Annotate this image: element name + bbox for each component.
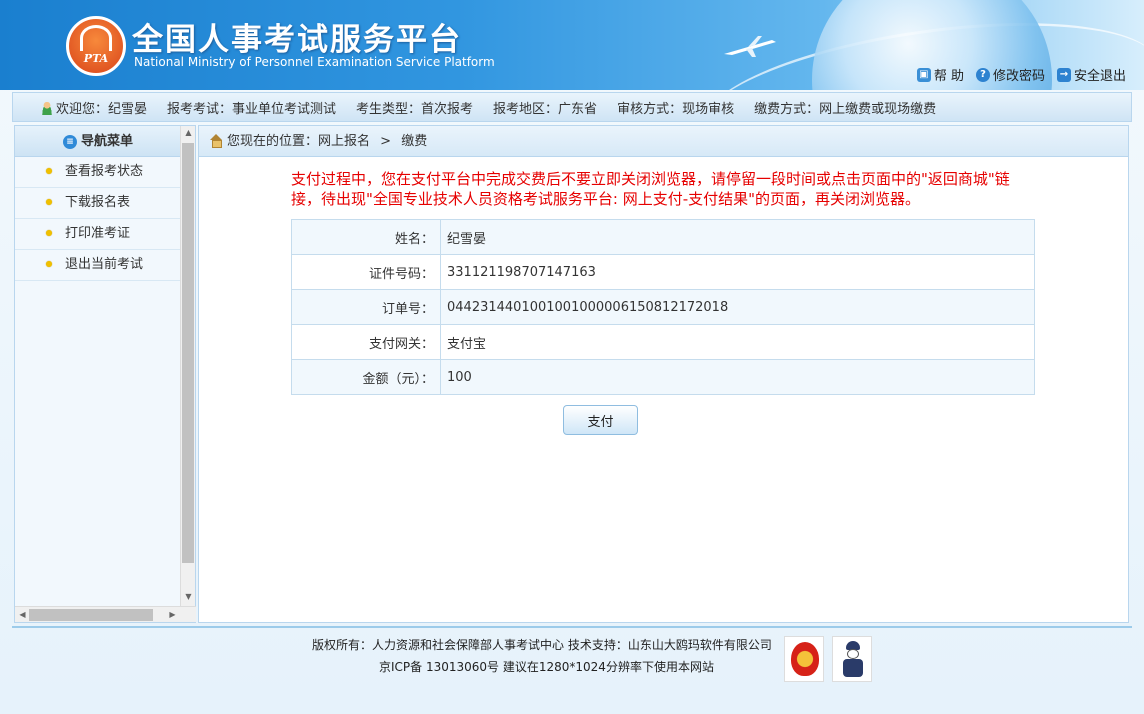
breadcrumb-prefix: 您现在的位置：网上报名 [227,134,371,149]
bullet-icon [46,261,52,267]
order-number-value: 0442314401001001000006150812172018 [440,289,1035,325]
top-links: ▣ 帮 助 ? 修改密码 → 安全退出 [916,65,1126,84]
id-number-label: 证件号码： [291,254,441,290]
footer-divider [12,626,1132,628]
logout-icon: → [1056,67,1071,82]
logo-text: PTA [83,52,109,65]
id-number-value: 331121198707147163 [440,254,1035,290]
airplane-icon [724,36,776,57]
sidebar-item-label: 下载报名表 [65,195,131,210]
sidebar-item-exit-exam[interactable]: 退出当前考试 [15,250,181,281]
sidebar-menu: 查看报考状态 下载报名表 打印准考证 退出当前考试 [15,157,181,281]
payment-notice: 支付过程中，您在支付平台中完成交费后不要立即关闭浏览器，请停留一段时间或点击页面… [291,170,1010,208]
exam-region: 报考地区：广东省 [493,101,598,117]
payment-method: 缴费方式：网上缴费或现场缴费 [754,101,937,117]
name-label: 姓名： [291,219,441,255]
breadcrumb: 您现在的位置：网上报名 > 缴费 [199,126,1128,157]
welcome-text: 欢迎您：纪雪晏 [41,98,147,117]
bullet-icon [46,168,52,174]
change-password-link[interactable]: ? 修改密码 [975,65,1045,84]
scrollbar-thumb[interactable] [29,609,153,621]
table-row: 订单号： 0442314401001001000006150812172018 [291,289,1035,325]
exam-name: 报考考试：事业单位考试测试 [167,101,337,117]
sidebar: ≡ 导航菜单 查看报考状态 下载报名表 打印准考证 退出当前考试 ▲ ▼ ◀ ▶ [14,125,196,623]
site-title: 全国人事考试服务平台 [132,22,462,58]
scroll-right-arrow-icon[interactable]: ▶ [165,610,180,619]
table-row: 支付网关： 支付宝 [291,324,1035,360]
breadcrumb-current: 缴费 [401,134,428,149]
sidebar-horizontal-scrollbar[interactable]: ◀ ▶ [15,606,196,622]
sidebar-item-check-status[interactable]: 查看报考状态 [15,157,181,188]
candidate-type: 考生类型：首次报考 [356,101,474,117]
home-icon [209,134,223,148]
order-number-label: 订单号： [291,289,441,325]
pta-logo: PTA [66,16,126,76]
question-icon: ? [975,67,990,82]
bullet-icon [46,199,52,205]
logout-link[interactable]: → 安全退出 [1056,65,1126,84]
police-badge-icon[interactable] [832,636,872,682]
site-subtitle: National Ministry of Personnel Examinati… [134,55,495,69]
sidebar-item-label: 查看报考状态 [65,164,144,179]
sidebar-item-label: 退出当前考试 [65,257,144,272]
gateway-label: 支付网关： [291,324,441,360]
table-row: 金额（元）： 100 [291,359,1035,395]
scroll-up-arrow-icon[interactable]: ▲ [181,128,196,137]
site-header: PTA 全国人事考试服务平台 National Ministry of Pers… [0,0,1144,90]
gateway-value: 支付宝 [440,324,1035,360]
breadcrumb-separator: > [380,134,392,149]
help-link[interactable]: ▣ 帮 助 [916,65,964,84]
trust-emblem-icon[interactable] [784,636,824,682]
review-method: 审核方式：现场审核 [617,101,735,117]
logout-label: 安全退出 [1073,69,1126,84]
change-password-label: 修改密码 [992,69,1045,84]
sidebar-item-print-admission[interactable]: 打印准考证 [15,219,181,250]
lock-icon: ▣ [916,67,931,82]
sidebar-item-label: 打印准考证 [65,226,131,241]
main-panel: 您现在的位置：网上报名 > 缴费 支付过程中，您在支付平台中完成交费后不要立即关… [198,125,1129,623]
menu-icon: ≡ [62,135,77,149]
amount-value: 100 [440,359,1035,395]
table-row: 证件号码： 331121198707147163 [291,254,1035,290]
name-value: 纪雪晏 [440,219,1035,255]
sidebar-vertical-scrollbar[interactable]: ▲ ▼ [180,126,195,607]
icp-text: 京ICP备 13013060号 建议在1280*1024分辨率下使用本网站 [379,660,714,674]
sidebar-title: 导航菜单 [80,134,133,149]
copyright-text: 版权所有：人力资源和社会保障部人事考试中心 技术支持：山东山大鸥玛软件有限公司 [312,638,772,652]
table-row: 姓名： 纪雪晏 [291,219,1035,255]
pay-button[interactable]: 支付 [563,405,638,435]
sidebar-item-download-form[interactable]: 下载报名表 [15,188,181,219]
payment-info-table: 姓名： 纪雪晏 证件号码： 331121198707147163 订单号： 04… [291,219,1035,395]
user-icon [41,100,53,115]
exam-info-bar: 欢迎您：纪雪晏 报考考试：事业单位考试测试 考生类型：首次报考 报考地区：广东省… [12,92,1132,122]
amount-label: 金额（元）： [291,359,441,395]
scrollbar-thumb[interactable] [182,143,194,563]
scroll-down-arrow-icon[interactable]: ▼ [181,592,196,601]
bullet-icon [46,230,52,236]
help-link-label: 帮 助 [933,69,964,84]
scroll-left-arrow-icon[interactable]: ◀ [15,610,30,619]
sidebar-header: ≡ 导航菜单 [15,126,181,157]
